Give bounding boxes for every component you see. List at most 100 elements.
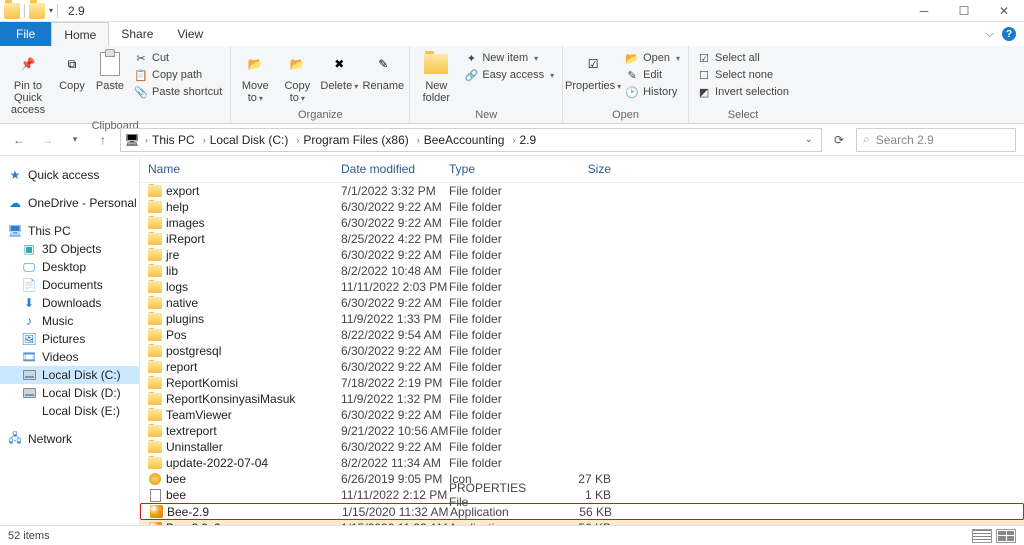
sidebar-item-onedrive[interactable]: ☁OneDrive - Personal (0, 194, 139, 212)
file-list-pane: Name Date modified Type Size export7/1/2… (140, 156, 1024, 525)
file-row[interactable]: postgresql6/30/2022 9:22 AMFile folder (140, 343, 1024, 359)
select-none-button[interactable]: ☐Select none (693, 67, 793, 83)
file-row[interactable]: logs11/11/2022 2:03 PMFile folder (140, 279, 1024, 295)
file-row[interactable]: Bee-2.9v21/15/2020 11:33 AMApplication56… (140, 520, 1024, 525)
file-row[interactable]: Uninstaller6/30/2022 9:22 AMFile folder (140, 439, 1024, 455)
copy-to-button[interactable]: 📂Copy to▾ (277, 48, 317, 106)
file-list[interactable]: export7/1/2022 3:32 PMFile folderhelp6/3… (140, 183, 1024, 525)
column-header-type[interactable]: Type (449, 160, 541, 178)
file-date: 11/11/2022 2:03 PM (341, 280, 449, 294)
back-button[interactable]: ← (8, 129, 30, 151)
pc-icon: 🖥 (8, 224, 22, 238)
breadcrumb-item[interactable]: Local Disk (C:) (210, 133, 289, 147)
folder-icon (148, 296, 162, 310)
file-row[interactable]: bee11/11/2022 2:12 PMPROPERTIES File1 KB (140, 487, 1024, 503)
breadcrumb-bar[interactable]: 🖥 ›This PC ›Local Disk (C:) ›Program Fil… (120, 128, 822, 152)
file-row[interactable]: report6/30/2022 9:22 AMFile folder (140, 359, 1024, 375)
details-view-button[interactable] (972, 529, 992, 543)
chevron-down-icon[interactable]: ▾ (49, 6, 53, 15)
file-row[interactable]: update-2022-07-048/2/2022 11:34 AMFile f… (140, 455, 1024, 471)
minimize-button[interactable]: ─ (904, 0, 944, 22)
maximize-button[interactable]: ☐ (944, 0, 984, 22)
sidebar-item-pictures[interactable]: 🖼Pictures (0, 330, 139, 348)
column-header-name[interactable]: Name (148, 160, 341, 178)
chevron-down-icon[interactable]: ⌄ (801, 134, 817, 145)
sidebar-item-documents[interactable]: 📄Documents (0, 276, 139, 294)
history-button[interactable]: 🕑History (621, 84, 684, 100)
column-header-size[interactable]: Size (541, 160, 611, 178)
ribbon-tabs: File Home Share View ⌵ ? (0, 22, 1024, 46)
file-row[interactable]: jre6/30/2022 9:22 AMFile folder (140, 247, 1024, 263)
column-header-date[interactable]: Date modified (341, 160, 449, 178)
breadcrumb-item[interactable]: This PC (152, 133, 195, 147)
folder-icon[interactable] (29, 3, 45, 19)
edit-button[interactable]: ✎Edit (621, 67, 684, 83)
new-item-button[interactable]: ✦New item▾ (460, 50, 558, 66)
breadcrumb-item[interactable]: Program Files (x86) (303, 133, 408, 147)
sidebar-item-music[interactable]: ♪Music (0, 312, 139, 330)
file-row[interactable]: Bee-2.91/15/2020 11:32 AMApplication56 K… (140, 503, 1024, 520)
sidebar-item-local-disk-e[interactable]: Local Disk (E:) (0, 402, 139, 420)
address-bar-row: ← → ▾ ↑ 🖥 ›This PC ›Local Disk (C:) ›Pro… (0, 124, 1024, 156)
disk-icon (22, 386, 36, 400)
copy-path-button[interactable]: 📋Copy path (130, 67, 226, 83)
file-name: ReportKomisi (166, 376, 238, 390)
copy-icon: ⧉ (58, 50, 86, 78)
pin-to-quick-access-button[interactable]: 📌 Pin to Quick access (4, 48, 52, 118)
sidebar-item-local-disk-c[interactable]: Local Disk (C:) (0, 366, 139, 384)
breadcrumb-item[interactable]: BeeAccounting (424, 133, 505, 147)
file-date: 1/15/2020 11:32 AM (342, 505, 450, 519)
search-box[interactable]: ⌕ Search 2.9 (856, 128, 1016, 152)
tab-share[interactable]: Share (109, 22, 165, 46)
file-row[interactable]: images6/30/2022 9:22 AMFile folder (140, 215, 1024, 231)
tab-file[interactable]: File (0, 22, 51, 46)
collapse-ribbon-icon[interactable]: ⌵ (986, 28, 994, 41)
close-button[interactable]: ✕ (984, 0, 1024, 22)
select-all-button[interactable]: ☑Select all (693, 50, 793, 66)
sidebar-item-network[interactable]: 🖧Network (0, 430, 139, 448)
tab-home[interactable]: Home (51, 22, 109, 46)
sidebar-item-downloads[interactable]: ⬇Downloads (0, 294, 139, 312)
sidebar-item-local-disk-d[interactable]: Local Disk (D:) (0, 384, 139, 402)
invert-selection-button[interactable]: ◩Invert selection (693, 84, 793, 100)
open-button[interactable]: 📂Open▾ (621, 50, 684, 66)
recent-locations-button[interactable]: ▾ (64, 129, 86, 151)
tab-view[interactable]: View (165, 22, 215, 46)
file-row[interactable]: help6/30/2022 9:22 AMFile folder (140, 199, 1024, 215)
sidebar-item-this-pc[interactable]: 🖥This PC (0, 222, 139, 240)
sidebar-item-3d-objects[interactable]: ▣3D Objects (0, 240, 139, 258)
easy-access-button[interactable]: 🔗Easy access▾ (460, 67, 558, 83)
search-placeholder: Search 2.9 (876, 133, 934, 147)
sidebar-item-videos[interactable]: 🎞Videos (0, 348, 139, 366)
copy-button[interactable]: ⧉ Copy (54, 48, 90, 94)
file-row[interactable]: TeamViewer6/30/2022 9:22 AMFile folder (140, 407, 1024, 423)
refresh-button[interactable]: ⟳ (828, 129, 850, 151)
file-row[interactable]: ReportKonsinyasiMasuk11/9/2022 1:32 PMFi… (140, 391, 1024, 407)
paste-shortcut-button[interactable]: 📎Paste shortcut (130, 84, 226, 100)
properties-button[interactable]: ☑Properties▾ (567, 48, 619, 94)
cut-button[interactable]: ✂Cut (130, 50, 226, 66)
file-row[interactable]: lib8/2/2022 10:48 AMFile folder (140, 263, 1024, 279)
breadcrumb-item[interactable]: 2.9 (519, 133, 536, 147)
help-icon[interactable]: ? (1002, 27, 1016, 41)
sidebar-item-desktop[interactable]: 🖵Desktop (0, 258, 139, 276)
delete-button[interactable]: ✖Delete▾ (319, 48, 359, 94)
file-row[interactable]: iReport8/25/2022 4:22 PMFile folder (140, 231, 1024, 247)
file-row[interactable]: bee6/26/2019 9:05 PMIcon27 KB (140, 471, 1024, 487)
paste-button[interactable]: Paste (92, 48, 128, 94)
file-row[interactable]: textreport9/21/2022 10:56 AMFile folder (140, 423, 1024, 439)
new-folder-button[interactable]: New folder (414, 48, 458, 106)
file-row[interactable]: export7/1/2022 3:32 PMFile folder (140, 183, 1024, 199)
group-label: Open (567, 107, 684, 123)
file-row[interactable]: native6/30/2022 9:22 AMFile folder (140, 295, 1024, 311)
large-icons-view-button[interactable] (996, 529, 1016, 543)
folder-icon (148, 408, 162, 422)
file-row[interactable]: Pos8/22/2022 9:54 AMFile folder (140, 327, 1024, 343)
up-button[interactable]: ↑ (92, 129, 114, 151)
sidebar-item-quick-access[interactable]: ★Quick access (0, 166, 139, 184)
move-to-button[interactable]: 📂Move to▾ (235, 48, 275, 106)
file-row[interactable]: plugins11/9/2022 1:33 PMFile folder (140, 311, 1024, 327)
file-row[interactable]: ReportKomisi7/18/2022 2:19 PMFile folder (140, 375, 1024, 391)
forward-button[interactable]: → (36, 129, 58, 151)
rename-button[interactable]: ✎Rename (361, 48, 405, 94)
